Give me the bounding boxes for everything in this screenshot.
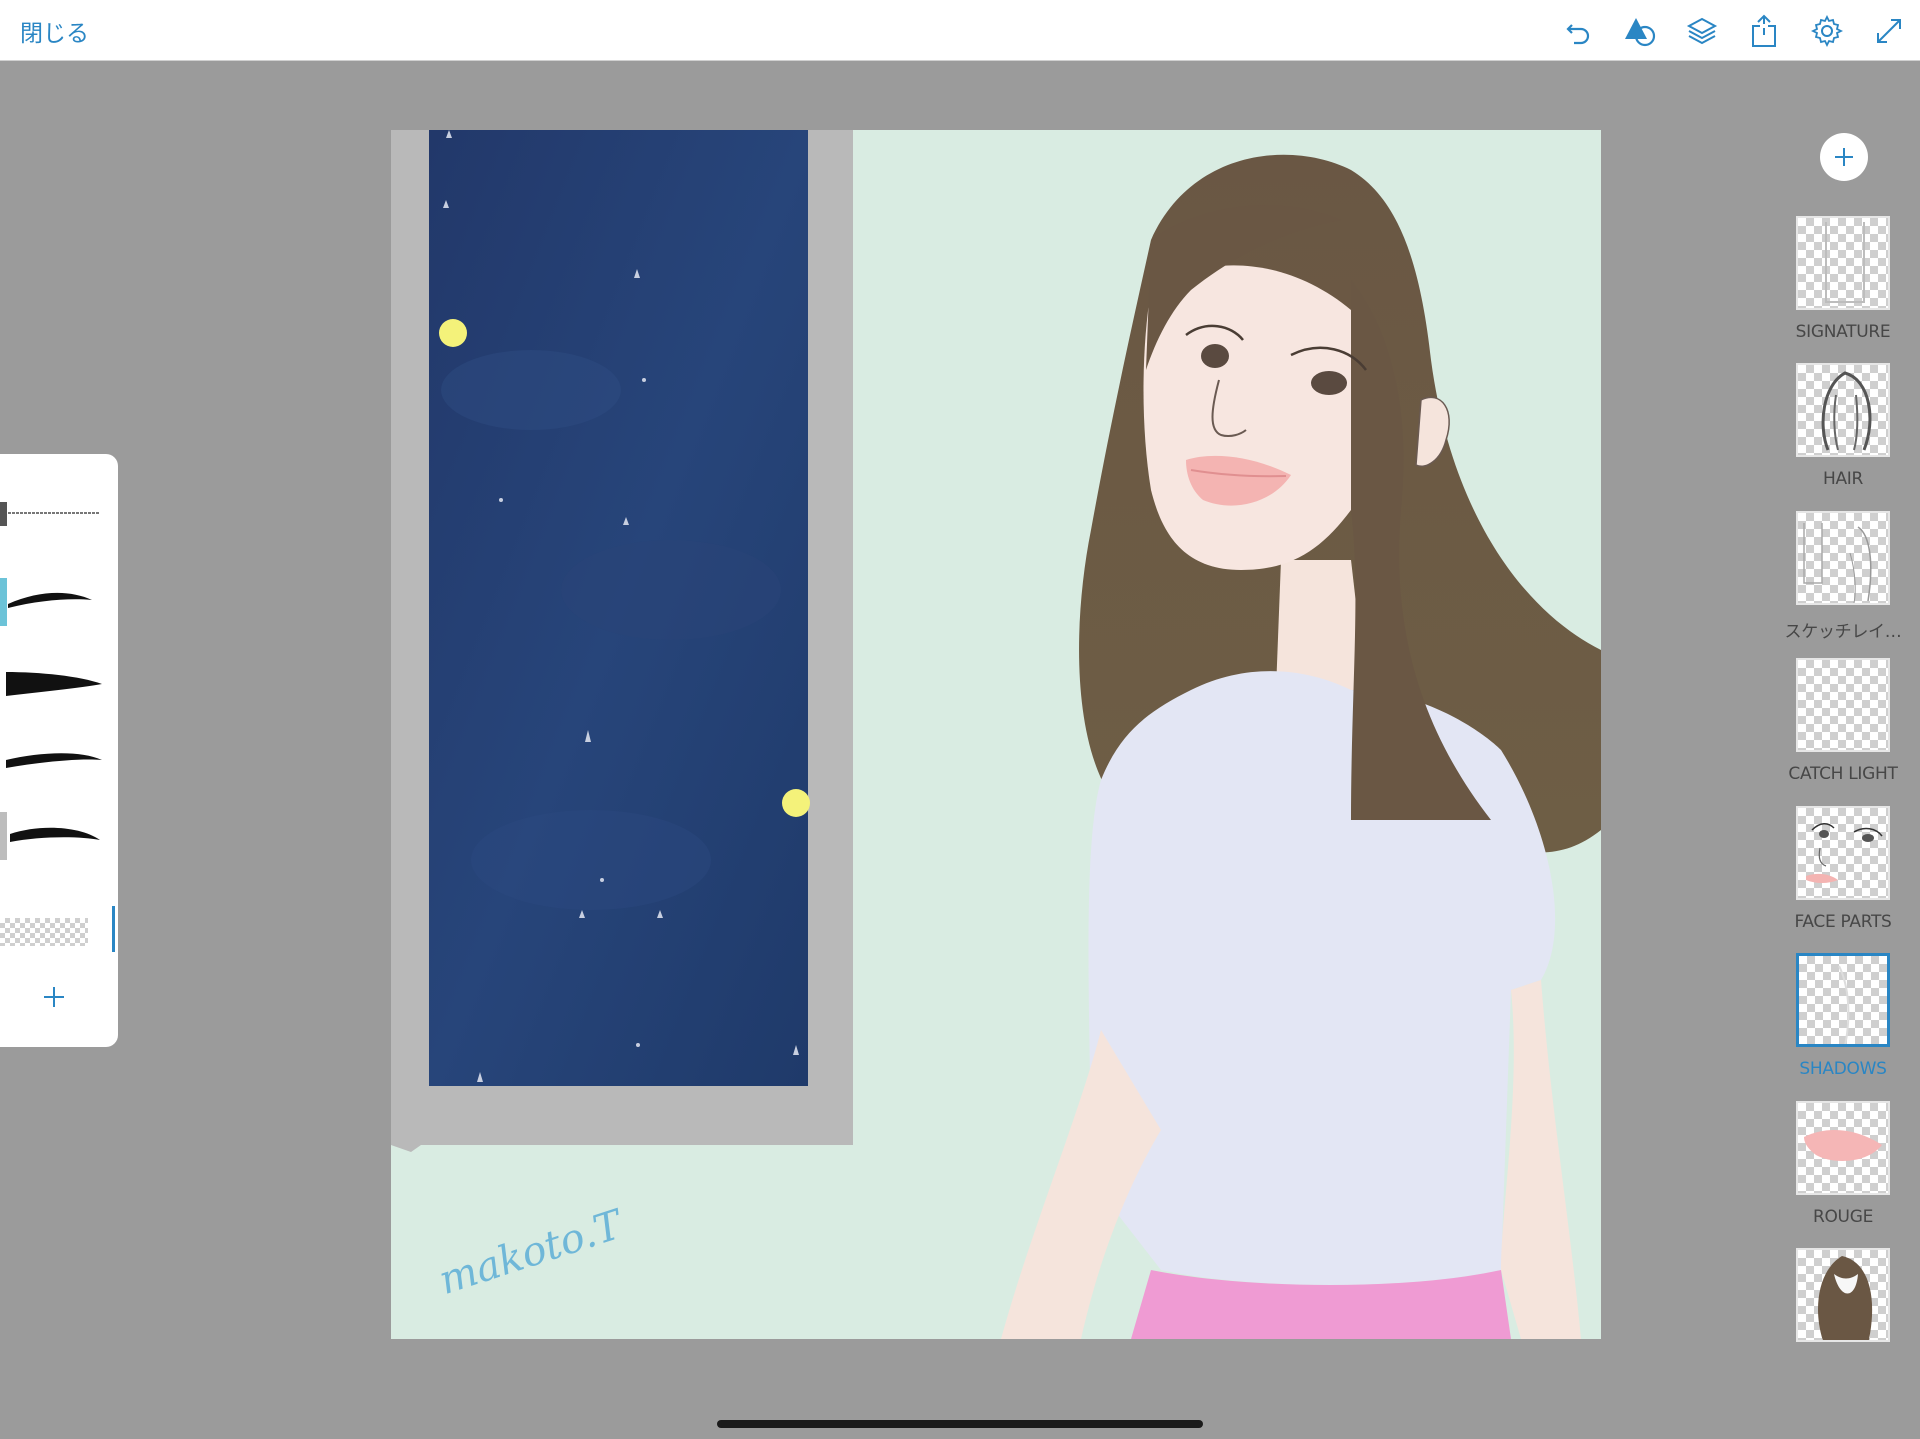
layer-sketch[interactable]: スケッチレイ… — [1768, 511, 1918, 651]
shirt — [1088, 671, 1556, 1285]
plus-icon — [1835, 148, 1853, 166]
layer-label: SIGNATURE — [1795, 322, 1891, 342]
drawing-canvas[interactable]: makoto.T — [391, 130, 1601, 1339]
layer-rouge[interactable]: ROUGE — [1768, 1101, 1918, 1241]
layer-signature[interactable]: SIGNATURE — [1768, 216, 1918, 356]
eye-right — [1311, 371, 1347, 395]
plus-icon[interactable] — [38, 981, 70, 1013]
layer-thumbnail — [1796, 216, 1890, 310]
layer-thumbnail — [1796, 1101, 1890, 1195]
share-icon[interactable] — [1745, 12, 1783, 50]
layer-thumbnail — [1796, 806, 1890, 900]
brush-4[interactable] — [0, 734, 110, 784]
layer-label: CATCH LIGHT — [1788, 764, 1898, 784]
layer-face-parts[interactable]: FACE PARTS — [1768, 806, 1918, 946]
eraser-brush[interactable] — [0, 906, 115, 952]
add-layer-button[interactable] — [1820, 133, 1868, 181]
eye-left — [1201, 344, 1229, 368]
top-toolbar: 閉じる — [0, 0, 1920, 61]
gear-icon[interactable] — [1808, 12, 1846, 50]
brush-5[interactable] — [0, 812, 110, 862]
layer-shadows[interactable]: SHADOWS — [1768, 953, 1918, 1093]
layer-label: FACE PARTS — [1794, 912, 1892, 932]
close-button[interactable]: 閉じる — [20, 14, 89, 48]
layer-label: ROUGE — [1812, 1207, 1874, 1227]
layer-thumbnail — [1796, 658, 1890, 752]
artwork-illustration — [391, 130, 1601, 1339]
light-glow — [782, 789, 810, 817]
layer-hair[interactable]: HAIR — [1768, 363, 1918, 503]
layer-thumbnail — [1796, 511, 1890, 605]
layer-label: SHADOWS — [1799, 1059, 1887, 1079]
brush-panel — [0, 454, 118, 1047]
undo-icon[interactable] — [1560, 12, 1598, 50]
layers-icon[interactable] — [1683, 12, 1721, 50]
fullscreen-icon[interactable] — [1870, 12, 1908, 50]
home-indicator[interactable] — [717, 1420, 1203, 1428]
layer-label: スケッチレイ… — [1784, 622, 1902, 642]
light-glow — [439, 319, 467, 347]
opacity-slider[interactable] — [112, 906, 115, 952]
layer-thumbnail — [1796, 1248, 1890, 1342]
layer-thumbnail — [1796, 363, 1890, 457]
brush-2[interactable] — [0, 578, 110, 628]
layer-label: HAIR — [1822, 469, 1864, 489]
layer-hair-back[interactable] — [1768, 1248, 1918, 1388]
brush-1[interactable] — [0, 502, 110, 552]
layer-thumbnail — [1796, 953, 1890, 1047]
face — [1143, 265, 1374, 570]
layer-catch-light[interactable]: CATCH LIGHT — [1768, 658, 1918, 798]
brush-3[interactable] — [0, 658, 110, 708]
transparency-swatch — [0, 918, 88, 946]
shape-icon[interactable] — [1621, 12, 1659, 50]
